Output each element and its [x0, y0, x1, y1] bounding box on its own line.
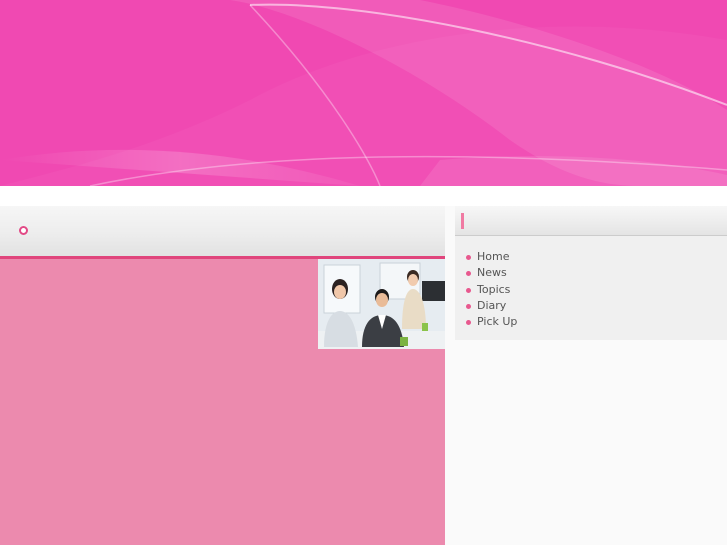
bullet-icon	[466, 320, 471, 326]
sidebar-item-label[interactable]: News	[477, 266, 507, 279]
sidebar-item-label[interactable]: Pick Up	[477, 315, 517, 328]
sidebar-item-news[interactable]: News	[466, 265, 727, 281]
sidebar-item-home[interactable]: Home	[466, 249, 727, 265]
circle-bullet-icon	[19, 226, 28, 235]
sidebar-header	[455, 206, 727, 236]
bullet-icon	[466, 303, 471, 309]
sidebar-item-pick-up[interactable]: Pick Up	[466, 314, 727, 330]
sidebar-item-topics[interactable]: Topics	[466, 282, 727, 298]
main-section-header	[0, 206, 445, 256]
bullet-icon	[466, 255, 471, 260]
sidebar-item-label[interactable]: Topics	[477, 283, 510, 296]
business-team-photo	[318, 259, 445, 349]
bullet-icon	[466, 287, 471, 293]
header-banner	[0, 0, 727, 186]
sidebar-nav: Home News Topics Diary Pick Up	[455, 236, 727, 340]
sidebar-item-label[interactable]: Diary	[477, 299, 506, 312]
header-accent-bar-icon	[461, 213, 464, 229]
bullet-icon	[466, 271, 471, 277]
banner-gap	[0, 186, 727, 206]
sidebar-item-label[interactable]: Home	[477, 250, 509, 263]
sidebar-item-diary[interactable]: Diary	[466, 298, 727, 314]
banner-swirl-graphic	[0, 0, 727, 186]
